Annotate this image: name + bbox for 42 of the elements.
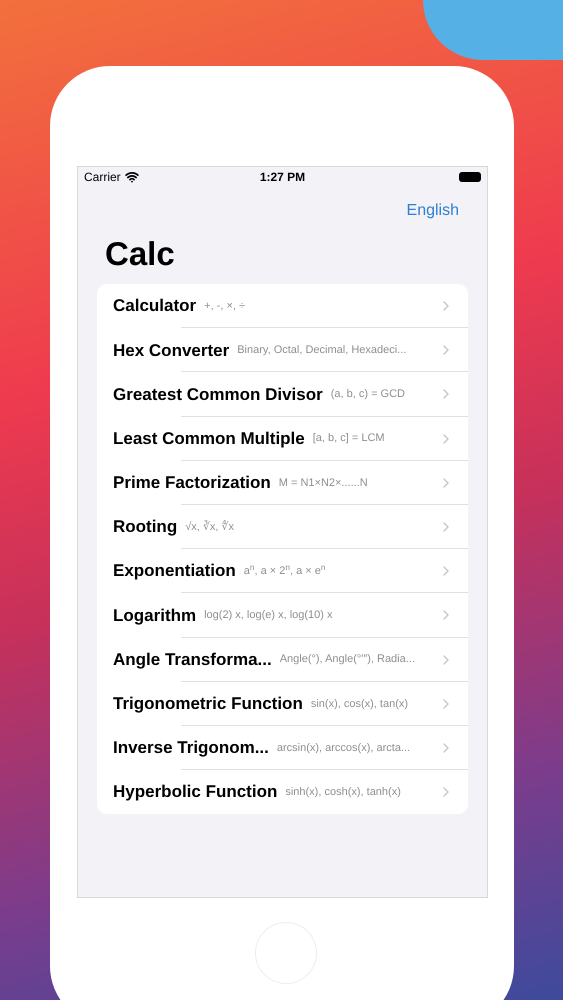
menu-row[interactable]: Trigonometric Function sin(x), cos(x), tan(x) xyxy=(97,682,468,726)
row-subtitle: Angle(°), Angle(°′″), Radia... xyxy=(280,652,415,668)
carrier-label: Carrier xyxy=(84,169,121,186)
row-subtitle: +, -, ×, ÷ xyxy=(204,298,246,314)
row-title: Hex Converter xyxy=(113,340,230,362)
page-title: Calc xyxy=(105,237,176,270)
battery-icon xyxy=(458,172,481,182)
row-subtitle: sin(x), cos(x), tan(x) xyxy=(310,696,408,712)
row-title: Greatest Common Divisor xyxy=(113,384,323,406)
row-subtitle: arcsin(x), arccos(x), arcta... xyxy=(276,740,410,756)
row-title: Angle Transforma... xyxy=(113,648,272,671)
menu-row[interactable]: Hyperbolic Function sinh(x), cosh(x), tanh(x) xyxy=(97,770,468,814)
row-subtitle: Binary, Octal, Decimal, Hexadeci... xyxy=(237,343,406,358)
row-title: Rooting xyxy=(113,516,178,538)
row-title: Inverse Trigonom... xyxy=(113,737,269,760)
clock: 1:27 PM xyxy=(260,169,306,186)
row-title: Prime Factorization xyxy=(113,472,271,494)
row-title: Calculator xyxy=(113,295,196,318)
wifi-icon xyxy=(124,170,139,184)
menu-row[interactable]: Greatest Common Divisor (a, b, c) = GCD xyxy=(97,372,468,417)
row-subtitle: log(2) x, log(e) x, log(10) x xyxy=(204,608,332,624)
row-title: Least Common Multiple xyxy=(113,428,305,450)
menu-row[interactable]: Exponentiation a$^{n}$, a × 2$^{n}$, a × e$^{n}$ xyxy=(97,549,468,594)
row-title: Logarithm xyxy=(113,604,196,627)
menu-row[interactable]: Prime Factorization M = N1×N2×......N xyxy=(97,460,468,505)
row-subtitle: √x, ∛x, ∜x xyxy=(185,519,234,535)
row-title: Trigonometric Function xyxy=(113,693,303,716)
row-subtitle: (a, b, c) = GCD xyxy=(330,387,406,402)
row-subtitle: sinh(x), cosh(x), tanh(x) xyxy=(285,784,401,800)
row-subtitle: M = N1×N2×......N xyxy=(278,476,368,491)
menu-row[interactable]: Hex Converter Binary, Octal, Decimal, Hexadeci... xyxy=(97,328,468,372)
menu-row[interactable]: Logarithm log(2) x, log(e) x, log(10) x xyxy=(97,593,468,638)
menu-row[interactable]: Calculator +, -, ×, ÷ xyxy=(97,284,468,328)
menu-row[interactable]: Least Common Multiple [a, b, c] = LCM xyxy=(97,416,468,461)
menu-row[interactable]: Inverse Trigonom... arcsin(x), arccos(x), arcta... xyxy=(97,726,468,770)
row-subtitle: a$^{n}$, a × 2$^{n}$, a × e$^{n}$ xyxy=(244,562,326,579)
menu-row[interactable]: Angle Transforma... Angle(°), Angle(°′″), Radia... xyxy=(97,638,468,682)
row-title: Exponentiation xyxy=(113,560,236,582)
row-title: Hyperbolic Function xyxy=(113,781,278,804)
row-subtitle: [a, b, c] = LCM xyxy=(312,431,385,446)
menu-row[interactable]: Rooting √x, ∛x, ∜x xyxy=(97,504,468,550)
language-button[interactable]: English xyxy=(406,199,459,223)
